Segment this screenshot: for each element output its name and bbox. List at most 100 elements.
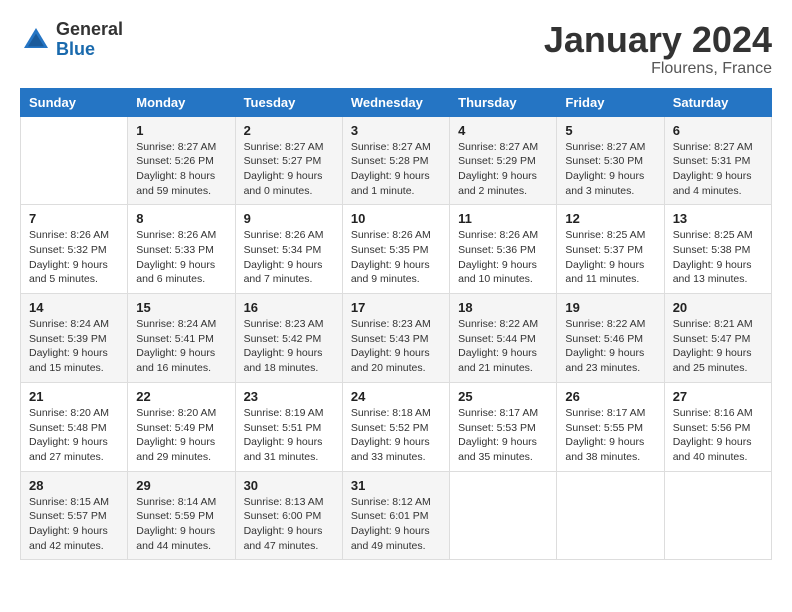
calendar-cell: 4 Sunrise: 8:27 AM Sunset: 5:29 PM Daylig… xyxy=(450,116,557,205)
calendar-cell: 23 Sunrise: 8:19 AM Sunset: 5:51 PM Dayli… xyxy=(235,382,342,471)
day-number: 21 xyxy=(29,389,119,404)
day-number: 17 xyxy=(351,300,441,315)
calendar-table: SundayMondayTuesdayWednesdayThursdayFrid… xyxy=(20,88,772,561)
day-info: Sunrise: 8:12 AM Sunset: 6:01 PM Dayligh… xyxy=(351,495,441,554)
day-number: 24 xyxy=(351,389,441,404)
calendar-cell: 27 Sunrise: 8:16 AM Sunset: 5:56 PM Dayli… xyxy=(664,382,771,471)
day-number: 27 xyxy=(673,389,763,404)
calendar-cell: 1 Sunrise: 8:27 AM Sunset: 5:26 PM Daylig… xyxy=(128,116,235,205)
calendar-cell: 16 Sunrise: 8:23 AM Sunset: 5:42 PM Dayli… xyxy=(235,294,342,383)
day-number: 26 xyxy=(565,389,655,404)
header-wednesday: Wednesday xyxy=(342,88,449,116)
day-info: Sunrise: 8:21 AM Sunset: 5:47 PM Dayligh… xyxy=(673,317,763,376)
calendar-cell xyxy=(450,471,557,560)
day-info: Sunrise: 8:26 AM Sunset: 5:32 PM Dayligh… xyxy=(29,228,119,287)
location: Flourens, France xyxy=(544,60,772,78)
day-info: Sunrise: 8:17 AM Sunset: 5:53 PM Dayligh… xyxy=(458,406,548,465)
day-info: Sunrise: 8:27 AM Sunset: 5:29 PM Dayligh… xyxy=(458,140,548,199)
day-number: 3 xyxy=(351,123,441,138)
day-number: 7 xyxy=(29,211,119,226)
calendar-cell: 28 Sunrise: 8:15 AM Sunset: 5:57 PM Dayli… xyxy=(21,471,128,560)
day-number: 2 xyxy=(244,123,334,138)
calendar-cell: 25 Sunrise: 8:17 AM Sunset: 5:53 PM Dayli… xyxy=(450,382,557,471)
header-thursday: Thursday xyxy=(450,88,557,116)
day-info: Sunrise: 8:26 AM Sunset: 5:35 PM Dayligh… xyxy=(351,228,441,287)
calendar-body: 1 Sunrise: 8:27 AM Sunset: 5:26 PM Daylig… xyxy=(21,116,772,560)
calendar-cell: 9 Sunrise: 8:26 AM Sunset: 5:34 PM Daylig… xyxy=(235,205,342,294)
calendar-cell: 14 Sunrise: 8:24 AM Sunset: 5:39 PM Dayli… xyxy=(21,294,128,383)
logo-blue: Blue xyxy=(56,40,123,60)
calendar-cell: 7 Sunrise: 8:26 AM Sunset: 5:32 PM Daylig… xyxy=(21,205,128,294)
day-info: Sunrise: 8:27 AM Sunset: 5:26 PM Dayligh… xyxy=(136,140,226,199)
day-number: 8 xyxy=(136,211,226,226)
calendar-week-3: 14 Sunrise: 8:24 AM Sunset: 5:39 PM Dayli… xyxy=(21,294,772,383)
day-number: 16 xyxy=(244,300,334,315)
calendar-cell: 20 Sunrise: 8:21 AM Sunset: 5:47 PM Dayli… xyxy=(664,294,771,383)
title-block: January 2024 Flourens, France xyxy=(544,20,772,78)
day-number: 23 xyxy=(244,389,334,404)
calendar-cell: 21 Sunrise: 8:20 AM Sunset: 5:48 PM Dayli… xyxy=(21,382,128,471)
day-info: Sunrise: 8:13 AM Sunset: 6:00 PM Dayligh… xyxy=(244,495,334,554)
header-saturday: Saturday xyxy=(664,88,771,116)
calendar-cell: 31 Sunrise: 8:12 AM Sunset: 6:01 PM Dayli… xyxy=(342,471,449,560)
calendar-cell: 17 Sunrise: 8:23 AM Sunset: 5:43 PM Dayli… xyxy=(342,294,449,383)
day-number: 29 xyxy=(136,478,226,493)
calendar-cell: 22Sunrise: 8:20 AM Sunset: 5:49 PM Dayli… xyxy=(128,382,235,471)
calendar-cell xyxy=(21,116,128,205)
day-info: Sunrise: 8:22 AM Sunset: 5:44 PM Dayligh… xyxy=(458,317,548,376)
month-title: January 2024 xyxy=(544,20,772,60)
day-number: 28 xyxy=(29,478,119,493)
day-number: 25 xyxy=(458,389,548,404)
day-info: Sunrise: 8:19 AM Sunset: 5:51 PM Dayligh… xyxy=(244,406,334,465)
calendar-cell: 26 Sunrise: 8:17 AM Sunset: 5:55 PM Dayli… xyxy=(557,382,664,471)
day-info: Sunrise: 8:14 AM Sunset: 5:59 PM Dayligh… xyxy=(136,495,226,554)
calendar-cell: 15Sunrise: 8:24 AM Sunset: 5:41 PM Dayli… xyxy=(128,294,235,383)
calendar-cell: 8 Sunrise: 8:26 AM Sunset: 5:33 PM Daylig… xyxy=(128,205,235,294)
day-info: Sunrise: 8:15 AM Sunset: 5:57 PM Dayligh… xyxy=(29,495,119,554)
day-info: Sunrise: 8:23 AM Sunset: 5:42 PM Dayligh… xyxy=(244,317,334,376)
day-info: Sunrise: 8:25 AM Sunset: 5:37 PM Dayligh… xyxy=(565,228,655,287)
day-number: 10 xyxy=(351,211,441,226)
day-number: 4 xyxy=(458,123,548,138)
calendar-cell: 5Sunrise: 8:27 AM Sunset: 5:30 PM Daylig… xyxy=(557,116,664,205)
calendar-cell: 29 Sunrise: 8:14 AM Sunset: 5:59 PM Dayli… xyxy=(128,471,235,560)
day-number: 14 xyxy=(29,300,119,315)
calendar-week-4: 21 Sunrise: 8:20 AM Sunset: 5:48 PM Dayli… xyxy=(21,382,772,471)
day-info: Sunrise: 8:18 AM Sunset: 5:52 PM Dayligh… xyxy=(351,406,441,465)
calendar-cell: 19Sunrise: 8:22 AM Sunset: 5:46 PM Dayli… xyxy=(557,294,664,383)
day-number: 31 xyxy=(351,478,441,493)
calendar-cell: 30Sunrise: 8:13 AM Sunset: 6:00 PM Dayli… xyxy=(235,471,342,560)
calendar-header-row: SundayMondayTuesdayWednesdayThursdayFrid… xyxy=(21,88,772,116)
logo: General Blue xyxy=(20,20,123,60)
day-info: Sunrise: 8:20 AM Sunset: 5:48 PM Dayligh… xyxy=(29,406,119,465)
day-number: 15 xyxy=(136,300,226,315)
day-number: 20 xyxy=(673,300,763,315)
day-number: 1 xyxy=(136,123,226,138)
day-info: Sunrise: 8:26 AM Sunset: 5:34 PM Dayligh… xyxy=(244,228,334,287)
day-info: Sunrise: 8:20 AM Sunset: 5:49 PM Dayligh… xyxy=(136,406,226,465)
calendar-cell: 24 Sunrise: 8:18 AM Sunset: 5:52 PM Dayli… xyxy=(342,382,449,471)
page-header: General Blue January 2024 Flourens, Fran… xyxy=(20,20,772,78)
day-number: 13 xyxy=(673,211,763,226)
day-info: Sunrise: 8:24 AM Sunset: 5:39 PM Dayligh… xyxy=(29,317,119,376)
calendar-cell: 3 Sunrise: 8:27 AM Sunset: 5:28 PM Daylig… xyxy=(342,116,449,205)
calendar-cell: 2 Sunrise: 8:27 AM Sunset: 5:27 PM Daylig… xyxy=(235,116,342,205)
calendar-week-2: 7 Sunrise: 8:26 AM Sunset: 5:32 PM Daylig… xyxy=(21,205,772,294)
calendar-cell: 10 Sunrise: 8:26 AM Sunset: 5:35 PM Dayli… xyxy=(342,205,449,294)
calendar-cell xyxy=(557,471,664,560)
day-info: Sunrise: 8:26 AM Sunset: 5:33 PM Dayligh… xyxy=(136,228,226,287)
day-info: Sunrise: 8:27 AM Sunset: 5:27 PM Dayligh… xyxy=(244,140,334,199)
calendar-cell: 12 Sunrise: 8:25 AM Sunset: 5:37 PM Dayli… xyxy=(557,205,664,294)
day-number: 12 xyxy=(565,211,655,226)
logo-icon xyxy=(20,24,52,56)
day-info: Sunrise: 8:27 AM Sunset: 5:30 PM Dayligh… xyxy=(565,140,655,199)
day-number: 11 xyxy=(458,211,548,226)
header-monday: Monday xyxy=(128,88,235,116)
day-number: 9 xyxy=(244,211,334,226)
day-info: Sunrise: 8:16 AM Sunset: 5:56 PM Dayligh… xyxy=(673,406,763,465)
day-info: Sunrise: 8:17 AM Sunset: 5:55 PM Dayligh… xyxy=(565,406,655,465)
day-info: Sunrise: 8:27 AM Sunset: 5:28 PM Dayligh… xyxy=(351,140,441,199)
day-info: Sunrise: 8:25 AM Sunset: 5:38 PM Dayligh… xyxy=(673,228,763,287)
day-info: Sunrise: 8:23 AM Sunset: 5:43 PM Dayligh… xyxy=(351,317,441,376)
header-friday: Friday xyxy=(557,88,664,116)
